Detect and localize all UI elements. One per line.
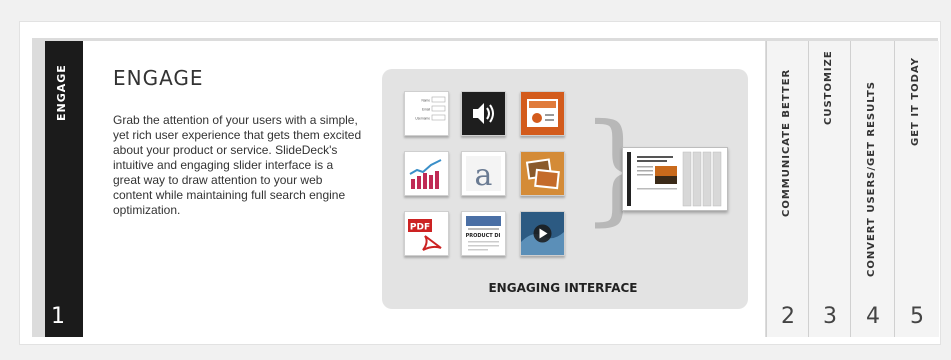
- slide-body-text: Grab the attention of your users with a …: [113, 113, 362, 217]
- video-play-icon: [520, 211, 565, 256]
- panel-caption: ENGAGING INTERFACE: [488, 281, 638, 295]
- spine-get-it-today-title: GET IT TODAY: [910, 56, 921, 146]
- spine-convert-users-number: 4: [866, 304, 880, 329]
- presentation-icon: [520, 91, 565, 136]
- spine-convert-users-title: CONVERT USERS/GET RESULTS: [866, 81, 877, 277]
- engaging-interface-panel: Name Email Username a PDF PRODUCT DI} E…: [382, 69, 748, 309]
- spine-get-it-today-number: 5: [910, 304, 924, 329]
- spine-convert-users[interactable]: CONVERT USERS/GET RESULTS 4: [850, 41, 895, 337]
- product-document-icon: PRODUCT DI: [461, 211, 506, 256]
- spine-communicate-better-number: 2: [781, 304, 795, 329]
- spine-communicate-better[interactable]: COMMUNICATE BETTER 2: [766, 41, 809, 337]
- slide-engage: ENGAGE Grab the attention of your users …: [83, 41, 765, 337]
- spine-customize-number: 3: [823, 304, 837, 329]
- photo-stack-icon: [520, 151, 565, 196]
- spine-get-it-today[interactable]: GET IT TODAY 5: [894, 41, 939, 337]
- spine-engage[interactable]: ENGAGE 1: [45, 41, 83, 337]
- spine-engage-title: ENGAGE: [55, 64, 68, 121]
- svg-text:PDF: PDF: [410, 223, 430, 233]
- svg-text:Username: Username: [415, 117, 430, 121]
- slidedeck-preview-image: [622, 147, 728, 211]
- pdf-icon: PDF: [404, 211, 449, 256]
- spine-customize-title: CUSTOMIZE: [823, 50, 834, 125]
- slide-heading: ENGAGE: [113, 66, 204, 90]
- spine-communicate-better-title: COMMUNICATE BETTER: [781, 68, 792, 217]
- svg-text:Name: Name: [421, 99, 430, 103]
- bar-chart-icon: [404, 151, 449, 196]
- spine-customize[interactable]: CUSTOMIZE 3: [808, 41, 851, 337]
- spine-engage-number: 1: [51, 304, 65, 329]
- form-icon: Name Email Username: [404, 91, 449, 136]
- svg-text:PRODUCT DI: PRODUCT DI: [466, 233, 501, 239]
- speaker-icon: [461, 91, 506, 136]
- svg-text:a: a: [475, 158, 493, 193]
- svg-text:Email: Email: [422, 108, 430, 112]
- letter-a-icon: a: [461, 151, 506, 196]
